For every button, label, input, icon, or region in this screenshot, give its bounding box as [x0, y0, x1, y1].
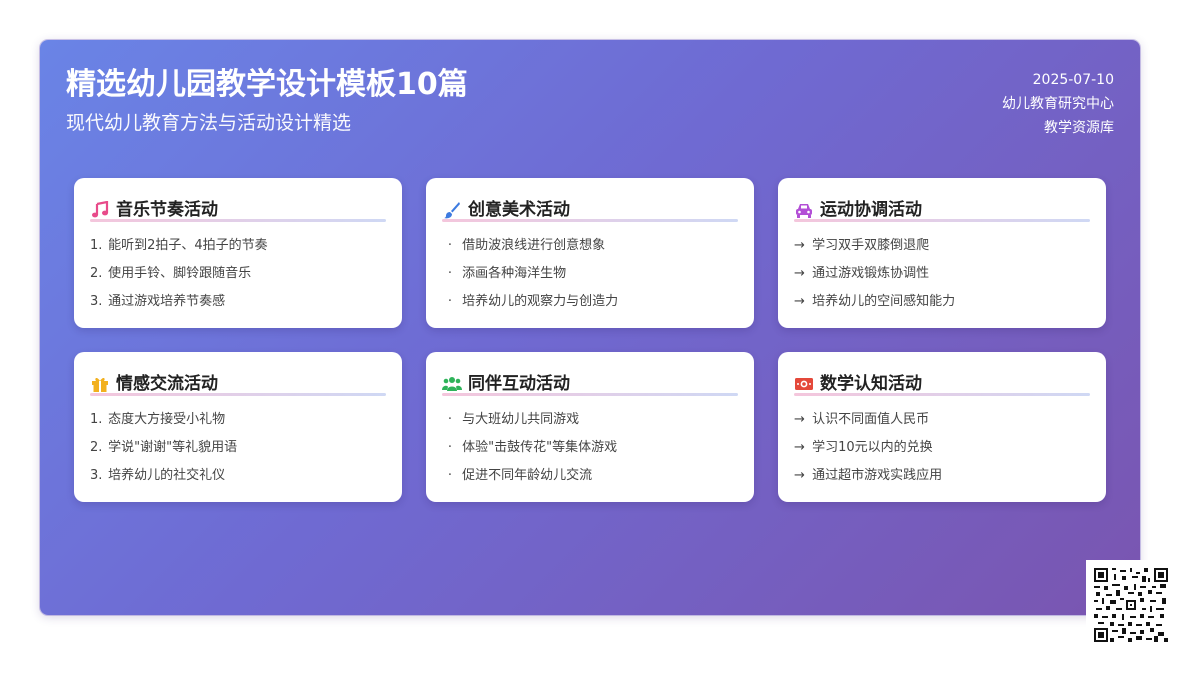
list-item: → 培养幼儿的空间感知能力 [794, 288, 1094, 316]
list-item-text: 通过游戏锻炼协调性 [812, 266, 930, 281]
org-label: 幼儿教育研究中心 [1002, 96, 1114, 112]
card-title: 数学认知活动 [820, 374, 922, 394]
source-label: 教学资源库 [1044, 120, 1114, 136]
list-item-text: 使用手铃、脚铃跟随音乐 [108, 266, 252, 281]
list-item-text: 培养幼儿的观察力与创造力 [462, 294, 619, 309]
list-marker: → [794, 238, 805, 253]
list-item-text: 培养幼儿的空间感知能力 [812, 294, 956, 309]
list-item: 3. 通过游戏培养节奏感 [90, 288, 390, 316]
list-item-text: 认识不同面值人民币 [812, 412, 930, 427]
activity-card-art[interactable]: 创意美术活动 · 借助波浪线进行创意想象 · 添画各种海洋生物 · 培养幼儿的观… [426, 178, 754, 328]
list-marker: 3. [90, 468, 103, 483]
list-marker: 3. [90, 294, 103, 309]
list-item-text: 学说"谢谢"等礼貌用语 [108, 440, 238, 455]
users-icon [442, 374, 462, 394]
list-item-text: 通过游戏培养节奏感 [108, 294, 226, 309]
list-item-text: 能听到2拍子、4拍子的节奏 [108, 238, 268, 253]
list-item: → 认识不同面值人民币 [794, 406, 1094, 434]
list-item: · 促进不同年龄幼儿交流 [442, 462, 742, 490]
list-item: · 添画各种海洋生物 [442, 260, 742, 288]
date-label: 2025-07-10 [1032, 72, 1114, 88]
card-item-list: · 与大班幼儿共同游戏 · 体验"击鼓传花"等集体游戏 · 促进不同年龄幼儿交流 [442, 406, 742, 490]
list-marker: → [794, 412, 805, 427]
activity-card-math[interactable]: 数学认知活动 → 认识不同面值人民币 → 学习10元以内的兑换 → 通过超市游戏… [778, 352, 1106, 502]
gift-icon [90, 374, 110, 394]
page-subtitle: 现代幼儿教育方法与活动设计精选 [66, 112, 352, 134]
list-marker: · [447, 266, 453, 281]
list-marker: → [794, 266, 805, 281]
card-title: 同伴互动活动 [468, 374, 570, 394]
card-item-list: 1. 态度大方接受小礼物 2. 学说"谢谢"等礼貌用语 3. 培养幼儿的社交礼仪 [90, 406, 390, 490]
list-item: · 培养幼儿的观察力与创造力 [442, 288, 742, 316]
content-panel: 精选幼儿园教学设计模板10篇 现代幼儿教育方法与活动设计精选 2025-07-1… [40, 40, 1140, 615]
list-marker: 1. [90, 412, 103, 427]
list-item: 2. 学说"谢谢"等礼貌用语 [90, 434, 390, 462]
activity-card-music[interactable]: 音乐节奏活动 1. 能听到2拍子、4拍子的节奏 2. 使用手铃、脚铃跟随音乐 3… [74, 178, 402, 328]
card-divider [442, 393, 738, 396]
paintbrush-icon [442, 200, 462, 220]
card-title: 运动协调活动 [820, 200, 922, 220]
card-title: 情感交流活动 [116, 374, 218, 394]
money-icon [794, 374, 814, 394]
list-item: 2. 使用手铃、脚铃跟随音乐 [90, 260, 390, 288]
card-divider [794, 219, 1090, 222]
list-item: · 与大班幼儿共同游戏 [442, 406, 742, 434]
music-note-icon [90, 200, 110, 220]
list-marker: 2. [90, 266, 103, 281]
qr-code[interactable] [1086, 560, 1176, 650]
card-title: 创意美术活动 [468, 200, 570, 220]
list-item-text: 学习双手双膝倒退爬 [812, 238, 930, 253]
qr-code-icon [1094, 568, 1168, 642]
card-divider [442, 219, 738, 222]
list-marker: · [447, 238, 453, 253]
list-item: 3. 培养幼儿的社交礼仪 [90, 462, 390, 490]
card-title: 音乐节奏活动 [116, 200, 218, 220]
list-item: · 体验"击鼓传花"等集体游戏 [442, 434, 742, 462]
list-item-text: 体验"击鼓传花"等集体游戏 [462, 440, 618, 455]
activity-card-emotion[interactable]: 情感交流活动 1. 态度大方接受小礼物 2. 学说"谢谢"等礼貌用语 3. 培养… [74, 352, 402, 502]
list-item: 1. 态度大方接受小礼物 [90, 406, 390, 434]
list-marker: 2. [90, 440, 103, 455]
card-divider [90, 219, 386, 222]
card-item-list: → 认识不同面值人民币 → 学习10元以内的兑换 → 通过超市游戏实践应用 [794, 406, 1094, 490]
list-item-text: 借助波浪线进行创意想象 [462, 238, 606, 253]
list-marker: · [447, 468, 453, 483]
card-item-list: 1. 能听到2拍子、4拍子的节奏 2. 使用手铃、脚铃跟随音乐 3. 通过游戏培… [90, 232, 390, 316]
list-item-text: 添画各种海洋生物 [462, 266, 567, 281]
list-marker: → [794, 468, 805, 483]
list-item-text: 与大班幼儿共同游戏 [462, 412, 580, 427]
list-item: → 通过游戏锻炼协调性 [794, 260, 1094, 288]
list-marker: · [447, 412, 453, 427]
card-item-list: · 借助波浪线进行创意想象 · 添画各种海洋生物 · 培养幼儿的观察力与创造力 [442, 232, 742, 316]
list-item: → 学习10元以内的兑换 [794, 434, 1094, 462]
car-icon [794, 200, 814, 220]
card-divider [794, 393, 1090, 396]
list-item-text: 学习10元以内的兑换 [812, 440, 933, 455]
list-marker: → [794, 440, 805, 455]
meta-block: 2025-07-10 幼儿教育研究中心 教学资源库 [1002, 68, 1114, 140]
list-item-text: 培养幼儿的社交礼仪 [108, 468, 226, 483]
list-item: → 学习双手双膝倒退爬 [794, 232, 1094, 260]
list-item: 1. 能听到2拍子、4拍子的节奏 [90, 232, 390, 260]
card-item-list: → 学习双手双膝倒退爬 → 通过游戏锻炼协调性 → 培养幼儿的空间感知能力 [794, 232, 1094, 316]
list-item-text: 通过超市游戏实践应用 [812, 468, 943, 483]
list-marker: · [447, 440, 453, 455]
list-item: → 通过超市游戏实践应用 [794, 462, 1094, 490]
list-item-text: 态度大方接受小礼物 [108, 412, 226, 427]
list-marker: · [447, 294, 453, 309]
activity-card-sport[interactable]: 运动协调活动 → 学习双手双膝倒退爬 → 通过游戏锻炼协调性 → 培养幼儿的空间… [778, 178, 1106, 328]
list-marker: 1. [90, 238, 103, 253]
page-title: 精选幼儿园教学设计模板10篇 [66, 67, 468, 102]
activity-card-peer[interactable]: 同伴互动活动 · 与大班幼儿共同游戏 · 体验"击鼓传花"等集体游戏 · 促进不… [426, 352, 754, 502]
list-item: · 借助波浪线进行创意想象 [442, 232, 742, 260]
list-marker: → [794, 294, 805, 309]
card-divider [90, 393, 386, 396]
list-item-text: 促进不同年龄幼儿交流 [462, 468, 593, 483]
